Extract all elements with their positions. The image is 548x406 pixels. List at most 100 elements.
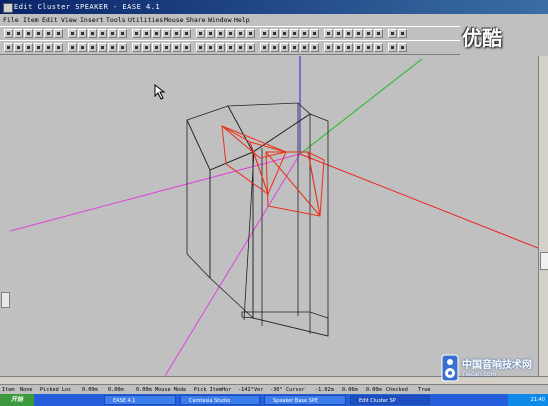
toolbar-button[interactable] (398, 43, 407, 52)
toolbar-button[interactable] (88, 29, 97, 38)
toolbar-button[interactable] (152, 43, 161, 52)
task-camtasia[interactable]: Camtasia Studio (180, 395, 260, 405)
vertical-scrollbar[interactable] (538, 56, 548, 376)
toolbar-button[interactable] (196, 29, 205, 38)
toolbar-button[interactable] (182, 29, 191, 38)
menu-view[interactable]: View (61, 14, 77, 26)
menu-insert[interactable]: Insert (80, 14, 103, 26)
toolbar-button[interactable] (132, 29, 141, 38)
toolbar-button[interactable] (246, 29, 255, 38)
toolbar-button[interactable] (78, 29, 87, 38)
left-panel-scroll[interactable] (0, 56, 10, 376)
toolbar-button[interactable] (68, 43, 77, 52)
tool-icon (121, 32, 124, 35)
toolbar-button[interactable] (196, 43, 205, 52)
toolbar-button[interactable] (98, 29, 107, 38)
toolbar-button[interactable] (216, 29, 225, 38)
toolbar-button[interactable] (236, 43, 245, 52)
toolbar-button[interactable] (4, 29, 13, 38)
toolbar-button[interactable] (34, 43, 43, 52)
menu-edit[interactable]: Edit (42, 14, 58, 26)
menu-utilities[interactable]: Utilities (128, 14, 163, 26)
toolbar-button[interactable] (44, 43, 53, 52)
toolbar-button[interactable] (162, 43, 171, 52)
toolbar-button[interactable] (24, 29, 33, 38)
toolbar-button[interactable] (14, 43, 23, 52)
tool-icon (391, 46, 394, 49)
toolbar-button[interactable] (246, 43, 255, 52)
toolbar-button[interactable] (118, 29, 127, 38)
toolbar-button[interactable] (280, 43, 289, 52)
toolbar-button[interactable] (182, 43, 191, 52)
toolbar-button[interactable] (68, 29, 77, 38)
toolbar-button[interactable] (236, 29, 245, 38)
toolbar-button[interactable] (108, 29, 117, 38)
toolbar-button[interactable] (88, 43, 97, 52)
3d-viewport[interactable] (10, 56, 538, 376)
toolbar-button[interactable] (142, 29, 151, 38)
toolbar-button[interactable] (354, 29, 363, 38)
toolbar-button[interactable] (324, 29, 333, 38)
toolbar-button[interactable] (54, 29, 63, 38)
toolbar-button[interactable] (260, 43, 269, 52)
toolbar-button[interactable] (300, 43, 309, 52)
toolbar-button[interactable] (118, 43, 127, 52)
menu-share[interactable]: Share (186, 14, 206, 26)
toolbar-button[interactable] (324, 43, 333, 52)
task-speaker-base[interactable]: Speaker Base SPE (264, 395, 346, 405)
toolbar-button[interactable] (260, 29, 269, 38)
toolbar-button[interactable] (226, 43, 235, 52)
toolbar-button[interactable] (398, 29, 407, 38)
toolbar-button[interactable] (290, 29, 299, 38)
menu-help[interactable]: Help (234, 14, 250, 26)
vertical-scroll-thumb[interactable] (540, 252, 548, 270)
toolbar-button[interactable] (226, 29, 235, 38)
toolbar-button[interactable] (98, 43, 107, 52)
toolbar-button[interactable] (162, 29, 171, 38)
task-ease[interactable]: EASE 4.1 (104, 395, 176, 405)
menu-window[interactable]: Window (208, 14, 231, 26)
toolbar-button[interactable] (374, 43, 383, 52)
toolbar-button[interactable] (152, 29, 161, 38)
menu-item[interactable]: Item (23, 14, 39, 26)
left-scroll-thumb[interactable] (1, 292, 10, 308)
toolbar-button[interactable] (300, 29, 309, 38)
toolbar-button[interactable] (14, 29, 23, 38)
toolbar-button[interactable] (4, 43, 13, 52)
toolbar-button[interactable] (364, 29, 373, 38)
toolbar-button[interactable] (364, 43, 373, 52)
start-button[interactable]: 开始 (0, 394, 34, 406)
toolbar-button[interactable] (172, 43, 181, 52)
toolbar-button[interactable] (44, 29, 53, 38)
toolbar-button[interactable] (334, 29, 343, 38)
menu-mouse[interactable]: Mouse (164, 14, 184, 26)
toolbar-button[interactable] (108, 43, 117, 52)
toolbar-button[interactable] (142, 43, 151, 52)
toolbar-button[interactable] (344, 29, 353, 38)
tool-icon (327, 46, 330, 49)
toolbar-button[interactable] (270, 43, 279, 52)
toolbar-button[interactable] (206, 43, 215, 52)
toolbar-button[interactable] (132, 43, 141, 52)
toolbar-button[interactable] (54, 43, 63, 52)
menu-file[interactable]: File (3, 14, 19, 26)
toolbar-button[interactable] (172, 29, 181, 38)
toolbar-button[interactable] (344, 43, 353, 52)
toolbar-button[interactable] (334, 43, 343, 52)
toolbar-button[interactable] (374, 29, 383, 38)
toolbar-button[interactable] (290, 43, 299, 52)
toolbar-button[interactable] (354, 43, 363, 52)
toolbar-button[interactable] (388, 43, 397, 52)
toolbar-button[interactable] (310, 43, 319, 52)
task-edit-cluster[interactable]: Edit Cluster SP (350, 395, 430, 405)
toolbar-button[interactable] (270, 29, 279, 38)
toolbar-button[interactable] (216, 43, 225, 52)
toolbar-button[interactable] (78, 43, 87, 52)
menu-tools[interactable]: Tools (106, 14, 126, 26)
toolbar-button[interactable] (388, 29, 397, 38)
toolbar-button[interactable] (310, 29, 319, 38)
toolbar-button[interactable] (34, 29, 43, 38)
toolbar-button[interactable] (206, 29, 215, 38)
toolbar-button[interactable] (24, 43, 33, 52)
toolbar-button[interactable] (280, 29, 289, 38)
